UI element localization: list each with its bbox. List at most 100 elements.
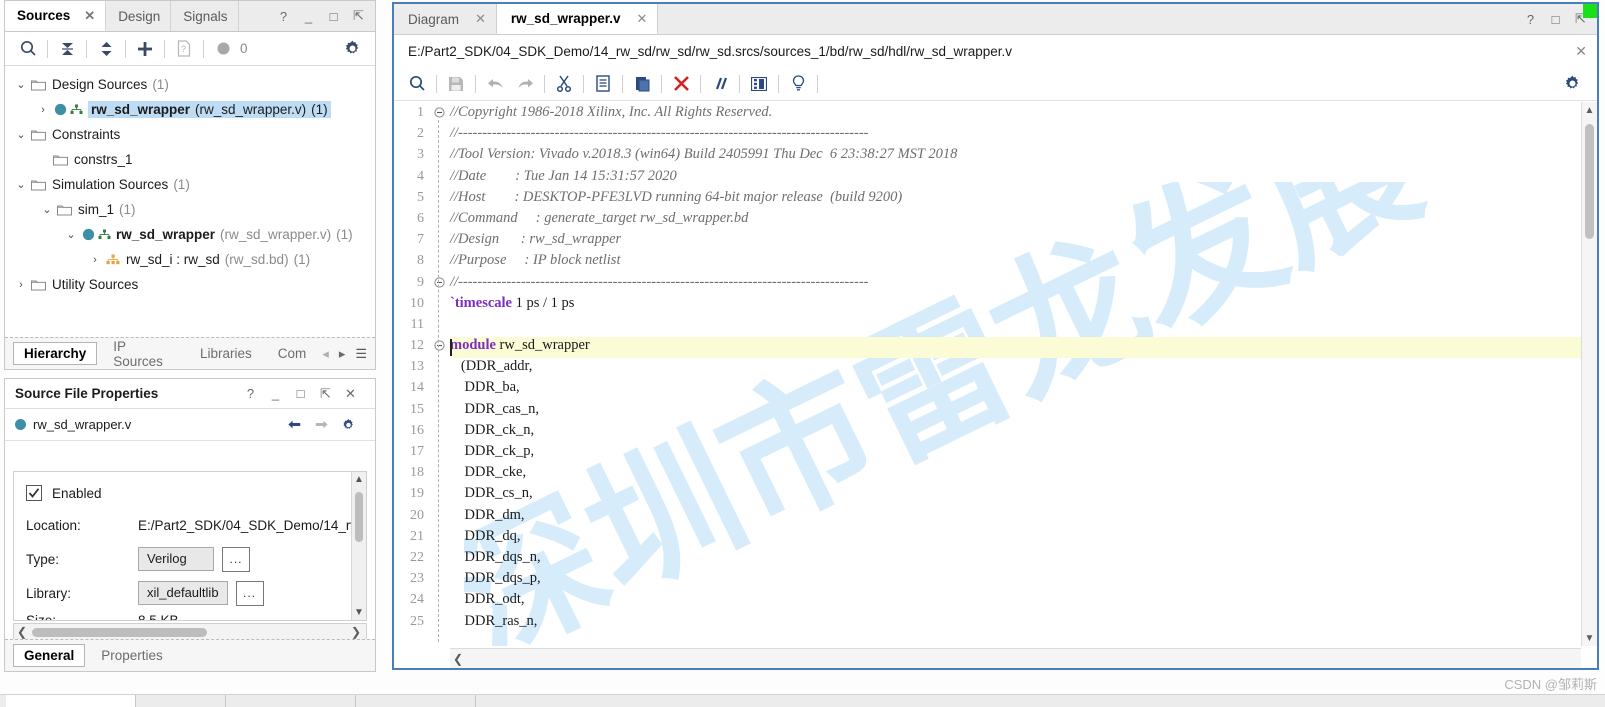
code-line[interactable]: //--------------------------------------… bbox=[450, 123, 1563, 144]
library-more-button[interactable]: ... bbox=[235, 580, 264, 606]
find-icon[interactable] bbox=[402, 71, 432, 97]
expand-icon[interactable] bbox=[91, 36, 121, 62]
report-icon[interactable]: ? bbox=[169, 36, 199, 62]
code-scroll-thumb[interactable] bbox=[1585, 124, 1594, 239]
code-line[interactable]: DDR_dq, bbox=[450, 526, 1563, 547]
tab-list-icon[interactable]: ☰ bbox=[355, 346, 367, 362]
code-line[interactable]: //Purpose : IP block netlist bbox=[450, 250, 1563, 271]
scroll-thumb[interactable] bbox=[355, 492, 363, 542]
tree-item-utility-sources[interactable]: › Utility Sources bbox=[5, 272, 375, 297]
code-line[interactable]: DDR_odt, bbox=[450, 589, 1563, 610]
type-more-button[interactable]: ... bbox=[222, 546, 250, 572]
tree-item-design-sources[interactable]: ⌄ Design Sources (1) bbox=[5, 72, 375, 97]
copy-icon[interactable] bbox=[588, 71, 618, 97]
code-line[interactable]: DDR_cas_n, bbox=[450, 399, 1563, 420]
chevron-down-icon[interactable]: ⌄ bbox=[63, 228, 79, 241]
scroll-up-icon[interactable]: ▲ bbox=[352, 472, 366, 485]
code-line[interactable]: DDR_dm, bbox=[450, 505, 1563, 526]
scroll-up-icon[interactable]: ▲ bbox=[1582, 102, 1597, 118]
enabled-checkbox[interactable] bbox=[26, 485, 42, 501]
maximize-icon[interactable]: □ bbox=[327, 9, 340, 24]
code-line[interactable]: `timescale 1 ps / 1 ps bbox=[450, 293, 1563, 314]
code-line[interactable]: //Command : generate_target rw_sd_wrappe… bbox=[450, 208, 1563, 229]
comment-icon[interactable] bbox=[705, 71, 735, 97]
bottom-bar-tab-2[interactable] bbox=[136, 695, 226, 707]
code-line[interactable]: //--------------------------------------… bbox=[450, 272, 1563, 293]
chevron-down-icon[interactable]: ⌄ bbox=[13, 178, 29, 191]
code-folding-column[interactable] bbox=[430, 102, 448, 646]
cut-icon[interactable] bbox=[549, 71, 579, 97]
help-icon[interactable]: ? bbox=[277, 9, 290, 24]
code-line[interactable] bbox=[450, 314, 1563, 335]
maximize-icon[interactable]: □ bbox=[294, 386, 307, 401]
minimize-icon[interactable]: _ bbox=[302, 9, 315, 24]
code-horizontal-scrollbar[interactable]: ❮ bbox=[450, 648, 1581, 668]
code-line[interactable]: DDR_dqs_p, bbox=[450, 568, 1563, 589]
code-line[interactable]: DDR_ba, bbox=[450, 377, 1563, 398]
tab-ip-sources[interactable]: IP Sources bbox=[103, 336, 184, 372]
collapse-all-icon[interactable] bbox=[52, 36, 82, 62]
chevron-right-icon[interactable]: › bbox=[87, 254, 103, 266]
code-vertical-scrollbar[interactable]: ▲ ▼ bbox=[1581, 102, 1597, 646]
tab-diagram[interactable]: Diagram ✕ bbox=[394, 4, 496, 34]
tree-item-simulation-sources[interactable]: ⌄ Simulation Sources (1) bbox=[5, 172, 375, 197]
back-arrow-icon[interactable] bbox=[288, 418, 301, 431]
forward-arrow-icon[interactable] bbox=[315, 418, 328, 431]
chevron-down-icon[interactable]: ⌄ bbox=[13, 128, 29, 141]
sources-tree[interactable]: ⌄ Design Sources (1) › rw_sd_wrapper (rw… bbox=[5, 67, 375, 333]
tab-compile-order[interactable]: Com bbox=[268, 343, 317, 364]
type-field[interactable]: Verilog bbox=[138, 547, 214, 571]
maximize-icon[interactable]: □ bbox=[1549, 12, 1562, 27]
prev-tab-icon[interactable]: ◂ bbox=[322, 346, 329, 362]
code-line[interactable]: DDR_cke, bbox=[450, 462, 1563, 483]
code-text[interactable]: //Copyright 1986-2018 Xilinx, Inc. All R… bbox=[450, 102, 1563, 646]
paste-icon[interactable] bbox=[627, 71, 657, 97]
help-icon[interactable]: ? bbox=[244, 386, 257, 401]
gear-icon[interactable] bbox=[337, 36, 367, 62]
code-line[interactable]: //Host : DESKTOP-PFE3LVD running 64-bit … bbox=[450, 187, 1563, 208]
code-line[interactable]: //Design : rw_sd_wrapper bbox=[450, 229, 1563, 250]
code-line[interactable]: //Date : Tue Jan 14 15:31:57 2020 bbox=[450, 166, 1563, 187]
scroll-down-icon[interactable]: ▼ bbox=[352, 607, 366, 618]
code-line[interactable]: //Copyright 1986-2018 Xilinx, Inc. All R… bbox=[450, 102, 1563, 123]
code-line[interactable]: //Tool Version: Vivado v.2018.3 (win64) … bbox=[450, 144, 1563, 165]
gear-icon[interactable] bbox=[1559, 71, 1589, 97]
close-icon[interactable]: ✕ bbox=[475, 11, 486, 27]
chevron-down-icon[interactable]: ⌄ bbox=[39, 203, 55, 216]
tree-item-rw-sd-wrapper-design[interactable]: › rw_sd_wrapper (rw_sd_wrapper.v) (1) bbox=[5, 97, 375, 122]
save-icon[interactable] bbox=[441, 71, 471, 97]
tree-item-rw-sd-i[interactable]: › rw_sd_i : rw_sd (rw_sd.bd) (1) bbox=[5, 247, 375, 272]
minimize-icon[interactable]: _ bbox=[269, 386, 282, 401]
fold-toggle-icon[interactable] bbox=[430, 272, 448, 293]
bottom-bar-tab-4[interactable] bbox=[356, 695, 476, 707]
tree-item-sim-1[interactable]: ⌄ sim_1 (1) bbox=[5, 197, 375, 222]
code-line[interactable]: module rw_sd_wrapper bbox=[450, 335, 1563, 356]
tab-properties[interactable]: Properties bbox=[91, 645, 173, 666]
code-line[interactable]: DDR_cs_n, bbox=[450, 483, 1563, 504]
tab-hierarchy[interactable]: Hierarchy bbox=[13, 342, 98, 365]
tab-general[interactable]: General bbox=[13, 644, 86, 667]
library-field[interactable]: xil_defaultlib bbox=[138, 581, 228, 605]
delete-icon[interactable] bbox=[666, 71, 696, 97]
close-icon[interactable]: ✕ bbox=[636, 11, 647, 27]
scroll-down-icon[interactable]: ▼ bbox=[1582, 630, 1597, 646]
tab-libraries[interactable]: Libraries bbox=[190, 343, 262, 364]
scroll-left-icon[interactable]: ❮ bbox=[14, 625, 30, 639]
tree-item-constraints[interactable]: ⌄ Constraints bbox=[5, 122, 375, 147]
code-line[interactable]: DDR_dqs_n, bbox=[450, 547, 1563, 568]
search-icon[interactable] bbox=[13, 36, 43, 62]
tree-item-constrs-1[interactable]: constrs_1 bbox=[5, 147, 375, 172]
bottom-bar-tab-1[interactable] bbox=[6, 695, 136, 707]
chevron-right-icon[interactable]: › bbox=[35, 104, 51, 116]
close-icon[interactable]: ✕ bbox=[344, 386, 357, 401]
redo-icon[interactable] bbox=[510, 71, 540, 97]
properties-vertical-scrollbar[interactable]: ▲ ▼ bbox=[351, 472, 366, 620]
chevron-right-icon[interactable]: › bbox=[13, 279, 29, 291]
plus-icon[interactable] bbox=[130, 36, 160, 62]
close-icon[interactable]: ✕ bbox=[84, 8, 95, 24]
tree-item-rw-sd-wrapper-sim[interactable]: ⌄ rw_sd_wrapper (rw_sd_wrapper.v) (1) bbox=[5, 222, 375, 247]
fold-toggle-icon[interactable] bbox=[430, 102, 448, 123]
hscroll-thumb[interactable] bbox=[32, 628, 207, 637]
undo-icon[interactable] bbox=[480, 71, 510, 97]
table-icon[interactable] bbox=[744, 71, 774, 97]
